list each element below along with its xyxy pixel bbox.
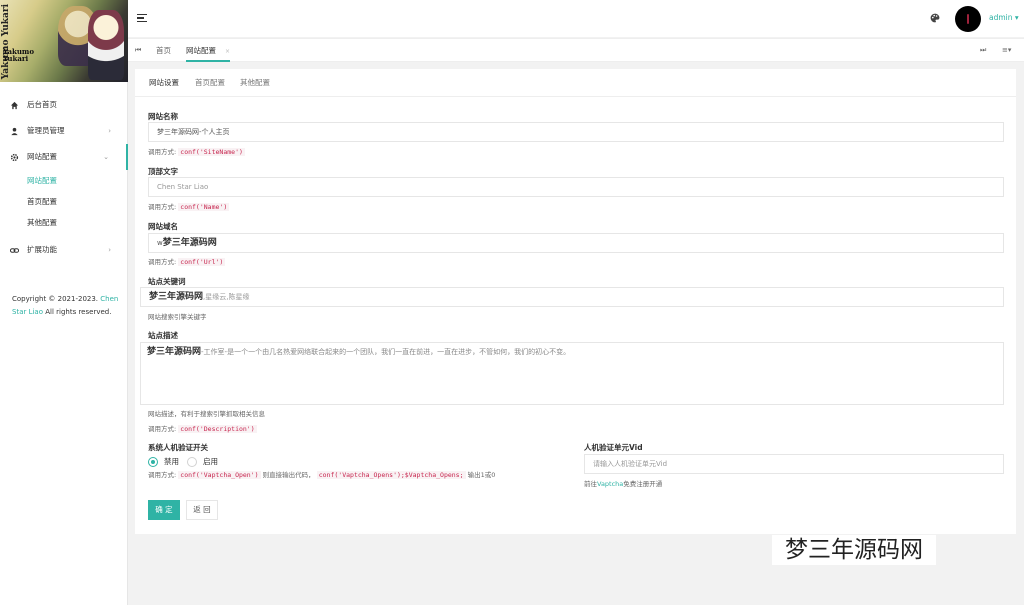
- help-suffix: 输出1或0: [467, 471, 496, 479]
- keywords-input[interactable]: 梦三年源码网,星缘云,陈星缘: [140, 287, 1004, 307]
- watermark: 梦三年源码网: [772, 535, 936, 565]
- tab-home[interactable]: 首页: [156, 39, 171, 62]
- keywords-label: 站点关键词: [148, 277, 186, 286]
- help-prefix: 前往: [584, 480, 597, 488]
- sidebar-item-home[interactable]: 后台首页: [0, 92, 128, 118]
- page-tabs-bar: ⏮ 首页 网站配置 × ⏭ ≡▾: [128, 38, 1024, 62]
- logo-figure-right: [88, 10, 124, 80]
- copyright-prefix: Copyright © 2021-2023.: [12, 295, 99, 303]
- copyright-suffix: All rights reserved.: [45, 308, 112, 316]
- gear-icon: [10, 153, 19, 162]
- help-prefix: 调用方式:: [148, 258, 177, 266]
- palette-icon[interactable]: [930, 13, 940, 23]
- help-code: conf('Vaptcha_Opens');$Vaptcha_Opens;: [316, 471, 466, 479]
- tabs-menu-icon[interactable]: ≡▾: [1002, 39, 1011, 62]
- confirm-button[interactable]: 确 定: [148, 500, 180, 520]
- top-text-label: 顶部文字: [148, 167, 178, 176]
- captcha-label: 系统人机验证开关: [148, 443, 208, 452]
- keywords-value-big: 梦三年源码网: [149, 292, 204, 302]
- vid-placeholder: 请输入人机验证单元Vid: [593, 460, 668, 468]
- top-header: admin ▾: [128, 0, 1024, 37]
- vid-help: 前往Vaptcha免费注册开通: [584, 478, 662, 488]
- tab-home-config[interactable]: 首页配置: [195, 69, 225, 97]
- sidebar-nav: 后台首页 管理员管理 › 网站配置 ⌄ 网站配置 首页配置 其他配置 扩展功能 …: [0, 92, 128, 263]
- top-text-value: Chen Star Liao: [157, 183, 209, 191]
- back-button[interactable]: 返 回: [186, 500, 218, 520]
- sidebar: Yakumo Yukari Yakumo Yukari 后台首页 管理员管理 ›…: [0, 0, 128, 605]
- description-help: 网站描述，有利于搜索引擎抓取相关信息: [148, 410, 265, 418]
- radio-unchecked: [187, 457, 197, 467]
- help-prefix: 调用方式:: [148, 425, 177, 433]
- keywords-value-rest: ,星缘云,陈星缘: [203, 293, 250, 301]
- logo-vertical-text: Yakumo Yukari: [1, 4, 11, 80]
- sidebar-subitem-site-config[interactable]: 网站配置: [0, 170, 128, 191]
- radio-checked: [148, 457, 158, 467]
- tab-site-settings[interactable]: 网站设置: [149, 69, 179, 97]
- tabs-next-icon[interactable]: ⏭: [980, 39, 986, 62]
- sidebar-subitem-other-config[interactable]: 其他配置: [0, 212, 128, 233]
- site-name-input[interactable]: 梦三年源码网-个人主页: [148, 122, 1004, 142]
- tab-site-config[interactable]: 网站配置 ×: [186, 39, 231, 62]
- sidebar-item-label: 管理员管理: [27, 126, 65, 135]
- sidebar-item-label: 扩展功能: [27, 245, 57, 254]
- help-code: conf('Url'): [178, 258, 226, 266]
- top-text-input[interactable]: Chen Star Liao: [148, 177, 1004, 197]
- help-code: conf('Vaptcha_Open'): [178, 471, 261, 479]
- keywords-help: 网站搜索引擎关键字: [148, 313, 207, 321]
- sidebar-item-label: 后台首页: [27, 100, 57, 109]
- sidebar-subitem-home-config[interactable]: 首页配置: [0, 191, 128, 212]
- sidebar-item-admins[interactable]: 管理员管理 ›: [0, 118, 128, 144]
- captcha-help: 调用方式: conf('Vaptcha_Open') 则直接输出代码， conf…: [148, 469, 495, 479]
- description-help-call: 调用方式: conf('Description'): [148, 423, 257, 433]
- description-label: 站点描述: [148, 331, 178, 340]
- tab-label: 网站配置: [186, 46, 216, 55]
- help-code: conf('SiteName'): [178, 148, 245, 156]
- tab-other-config[interactable]: 其他配置: [240, 69, 270, 97]
- description-value-rest: -工作室-是一个一个由几名热爱网络联合起来的一个团队，我们一直在前进，一直在进步…: [201, 348, 571, 356]
- logo-image[interactable]: Yakumo Yukari Yakumo Yukari: [0, 0, 128, 82]
- help-suffix: 免费注册开通: [623, 480, 663, 488]
- chevron-right-icon: ›: [108, 246, 111, 254]
- vaptcha-link[interactable]: Vaptcha: [597, 480, 623, 488]
- domain-input[interactable]: w梦三年源码网: [148, 233, 1004, 253]
- config-tabs: 网站设置 首页配置 其他配置: [135, 69, 1016, 97]
- domain-value: 梦三年源码网: [162, 238, 217, 248]
- radio-label: 启用: [203, 457, 218, 466]
- sidebar-item-site-config[interactable]: 网站配置 ⌄: [0, 144, 128, 170]
- copyright: Copyright © 2021-2023. Chen Star Liao Al…: [12, 293, 122, 319]
- chevron-down-icon: ⌄: [103, 153, 109, 161]
- vid-input[interactable]: 请输入人机验证单元Vid: [584, 454, 1004, 474]
- domain-help: 调用方式: conf('Url'): [148, 256, 226, 266]
- sidebar-item-label: 网站配置: [27, 152, 57, 161]
- description-textarea[interactable]: 梦三年源码网-工作室-是一个一个由几名热爱网络联合起来的一个团队，我们一直在前进…: [140, 342, 1004, 405]
- vid-label: 人机验证单元Vid: [584, 443, 643, 452]
- help-prefix: 调用方式:: [148, 471, 177, 479]
- help-prefix: 调用方式:: [148, 148, 177, 156]
- description-value-big: 梦三年源码网: [147, 347, 202, 357]
- help-code: conf('Name'): [178, 203, 230, 211]
- captcha-radio-off[interactable]: 禁用: [148, 456, 179, 467]
- help-mid: 则直接输出代码，: [262, 471, 315, 479]
- help-code: conf('Description'): [178, 425, 257, 433]
- radio-label: 禁用: [164, 457, 179, 466]
- logo-signature-line2: Yukari: [3, 54, 29, 63]
- help-prefix: 调用方式:: [148, 203, 177, 211]
- user-menu[interactable]: admin ▾: [989, 13, 1019, 22]
- captcha-radio-on[interactable]: 启用: [187, 456, 218, 467]
- sidebar-item-extensions[interactable]: 扩展功能 ›: [0, 237, 128, 263]
- tabs-prev-icon[interactable]: ⏮: [135, 39, 141, 62]
- top-text-help: 调用方式: conf('Name'): [148, 201, 230, 211]
- menu-toggle-icon[interactable]: [137, 14, 147, 23]
- logo-signature: Yakumo Yukari: [3, 48, 34, 62]
- avatar[interactable]: [955, 6, 981, 32]
- site-name-help: 调用方式: conf('SiteName'): [148, 146, 245, 156]
- close-icon[interactable]: ×: [225, 48, 230, 55]
- user-icon: [11, 127, 18, 136]
- chevron-right-icon: ›: [108, 127, 111, 135]
- home-icon: [10, 101, 19, 110]
- link-icon: [10, 248, 19, 253]
- domain-label: 网站域名: [148, 222, 178, 231]
- site-name-label: 网站名称: [148, 112, 178, 121]
